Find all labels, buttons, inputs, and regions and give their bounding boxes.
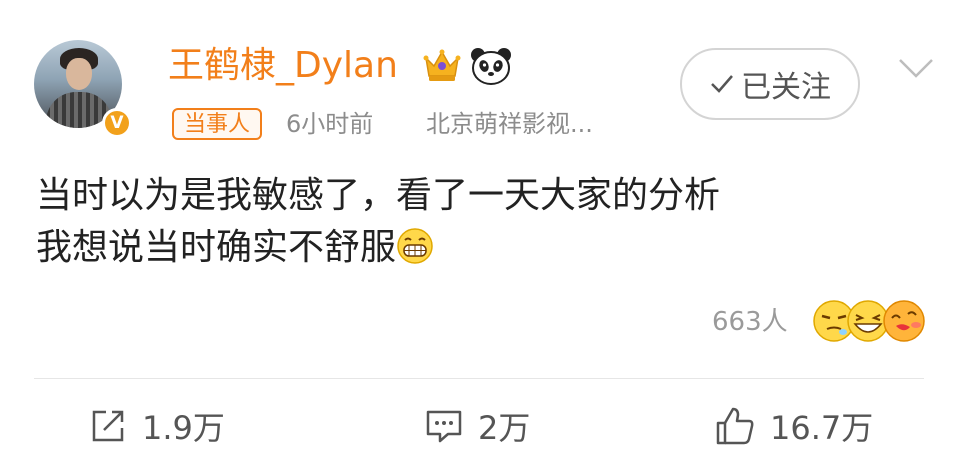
post-text-line2: 我想说当时确实不舒服 bbox=[36, 227, 397, 268]
divider bbox=[34, 378, 924, 379]
like-count: 16.7万 bbox=[770, 409, 874, 447]
verified-badge-icon: V bbox=[102, 108, 132, 138]
comment-icon bbox=[426, 410, 462, 443]
repost-button[interactable]: 1.9万 bbox=[88, 404, 225, 448]
like-button[interactable]: 16.7万 bbox=[714, 404, 873, 448]
chevron-down-icon[interactable] bbox=[896, 56, 936, 80]
role-tag: 当事人 bbox=[172, 108, 263, 140]
post-source[interactable]: 北京萌祥影视... bbox=[426, 108, 593, 140]
repost-count: 1.9万 bbox=[142, 409, 225, 447]
love-emoji-icon bbox=[883, 300, 925, 342]
follow-button[interactable]: 已关注 bbox=[680, 48, 860, 120]
comment-button[interactable]: 2万 bbox=[424, 404, 530, 448]
repost-icon bbox=[92, 410, 124, 442]
crown-icon bbox=[423, 49, 461, 81]
post-time: 6小时前 bbox=[286, 110, 374, 138]
follow-label: 已关注 bbox=[741, 70, 831, 105]
post-content: 当时以为是我敏感了，看了一天大家的分析 我想说当时确实不舒服 bbox=[36, 170, 720, 274]
like-icon bbox=[716, 407, 754, 445]
reaction-count[interactable]: 663人 bbox=[712, 304, 788, 340]
reaction-emoji-icons[interactable] bbox=[812, 298, 928, 344]
panda-icon bbox=[471, 48, 511, 85]
author-name[interactable]: 王鹤棣_Dylan bbox=[168, 44, 398, 88]
post-text-line2-wrap: 我想说当时确实不舒服 bbox=[36, 222, 720, 274]
grin-emoji-icon bbox=[397, 228, 433, 264]
comment-count: 2万 bbox=[478, 409, 531, 447]
check-icon bbox=[711, 75, 733, 93]
laugh-emoji-icon bbox=[847, 300, 889, 342]
post-text-line1: 当时以为是我敏感了，看了一天大家的分析 bbox=[36, 175, 721, 216]
avatar-face bbox=[66, 58, 92, 90]
